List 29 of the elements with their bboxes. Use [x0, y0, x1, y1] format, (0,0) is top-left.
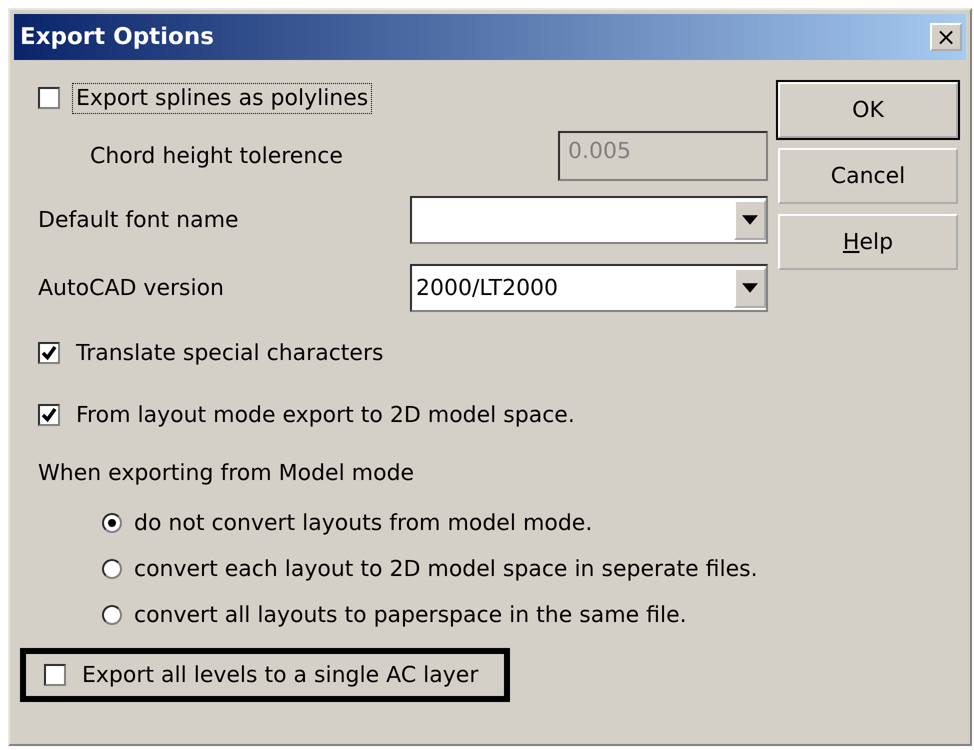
checkbox-label[interactable]: Translate special characters — [72, 338, 388, 368]
checkbox-label[interactable]: Export splines as polylines — [72, 82, 372, 114]
radio-button[interactable] — [102, 559, 122, 579]
window-title: Export Options — [19, 24, 214, 50]
checkbox[interactable] — [38, 404, 60, 426]
checkbox-label[interactable]: Export all levels to a single AC layer — [78, 660, 482, 690]
radio-button[interactable] — [102, 605, 122, 625]
dialog-button[interactable]: Help — [778, 214, 958, 270]
checkbox[interactable] — [44, 664, 66, 686]
group-label: When exporting from Model mode — [38, 460, 414, 486]
dropdown-button[interactable] — [734, 200, 766, 240]
radio-label[interactable]: convert each layout to 2D model space in seperate files. — [130, 554, 762, 584]
checkbox[interactable] — [38, 342, 60, 364]
dropdown-field[interactable] — [410, 196, 768, 244]
field-label: Chord height tolerence — [89, 144, 343, 168]
field-label: AutoCAD version — [38, 276, 224, 300]
caret-icon — [742, 215, 758, 225]
caret-icon — [742, 283, 758, 293]
radio-label[interactable]: do not convert layouts from model mode. — [130, 508, 596, 538]
radio-button[interactable] — [102, 513, 122, 533]
dropdown-field[interactable]: 2000/LT2000 — [410, 264, 768, 312]
field-label: Default font name — [38, 208, 239, 232]
checkbox-label[interactable]: From layout mode export to 2D model space. — [72, 400, 579, 430]
close-button[interactable]: × — [930, 23, 962, 51]
checkbox[interactable] — [38, 87, 60, 109]
dialog-button[interactable]: OK — [778, 82, 958, 138]
radio-label[interactable]: convert all layouts to paperspace in the same file. — [130, 600, 691, 630]
dialog-button[interactable]: Cancel — [778, 148, 958, 204]
dropdown-button[interactable] — [734, 268, 766, 308]
